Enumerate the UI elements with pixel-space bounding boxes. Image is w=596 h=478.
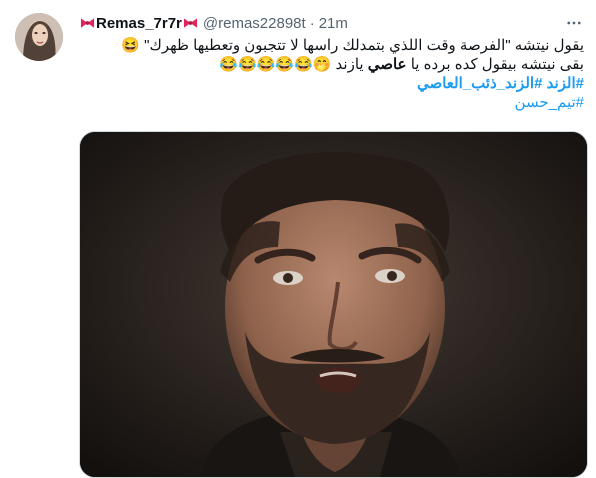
display-name[interactable]: Remas_7r7r [79, 15, 199, 32]
tweet-line-2: بقى نيتشه بيقول كده برده يا عاصي يازند 🤭… [79, 55, 584, 74]
tweet-text: يقول نيتشه "الفرصة وقت اللذي بتمدلك راسه… [79, 36, 584, 112]
laughing-emojis: 🤭😂😂😂😂😂 [219, 56, 332, 73]
handle[interactable]: @remas22898t [203, 15, 306, 32]
bow-icon [183, 18, 197, 28]
timestamp[interactable]: 21m [319, 15, 348, 32]
tweet-line-2-text: بقى نيتشه بيقول كده برده يا [410, 56, 584, 73]
display-name-text: Remas_7r7r [96, 14, 182, 32]
hashtag-zind-wolf[interactable]: #الزند_ذئب_العاصي [417, 75, 542, 92]
photo-man-portrait [80, 132, 587, 477]
tweet-line-3: #الزند #الزند_ذئب_العاصي [79, 74, 584, 93]
tweet-image[interactable] [79, 131, 588, 478]
hashtag-taim[interactable]: #تيم_حسن [515, 94, 584, 111]
tweet-header: Remas_7r7r @remas22898t · 21m [79, 13, 348, 33]
laughing-emoji: 😆 [121, 37, 140, 54]
tweet-line-4: #تيم_حسن [79, 93, 584, 112]
tweet-line-1-text: يقول نيتشه "الفرصة وقت اللذي بتمدلك راسه… [144, 37, 584, 54]
tweet-line-1: يقول نيتشه "الفرصة وقت اللذي بتمدلك راسه… [79, 36, 584, 55]
tweet[interactable]: Remas_7r7r @remas22898t · 21m يقول نيتشه… [0, 0, 596, 478]
tweet-bold-word: عاصي [367, 56, 407, 73]
tweet-line-2-end: يازند [335, 56, 364, 73]
avatar[interactable] [15, 13, 63, 61]
bow-icon [80, 18, 95, 28]
separator-dot: · [309, 14, 315, 32]
more-icon[interactable] [560, 11, 588, 35]
hashtag-zind[interactable]: #الزند [547, 75, 584, 92]
